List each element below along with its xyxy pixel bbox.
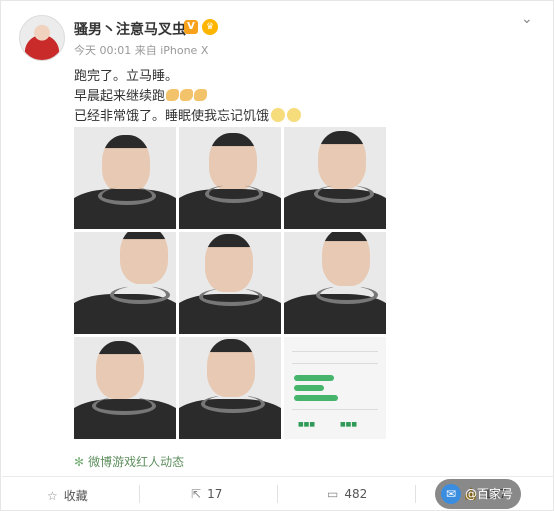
member-badge-icon[interactable]: ♛	[202, 19, 218, 35]
post-text-line-2: 早晨起来继续跑	[74, 89, 166, 104]
star-icon: ☆	[47, 489, 58, 503]
topic-tag-label: 微博游戏红人动态	[88, 455, 185, 469]
cat-emoji-icon	[287, 108, 302, 122]
post-text-line-3-wrap: 已经非常饿了。睡眠使我忘记饥饿	[74, 105, 302, 124]
photo-6[interactable]	[284, 232, 386, 334]
action-separator	[139, 485, 140, 503]
action-bar-divider	[2, 476, 554, 477]
comment-button[interactable]: ▭ 482	[327, 487, 367, 501]
photo-4[interactable]	[74, 232, 176, 334]
favorite-label: 收藏	[63, 489, 88, 503]
baijiahao-logo-icon: ✉	[441, 484, 461, 504]
favorite-button[interactable]: ☆ 收藏	[47, 487, 88, 504]
flex-arm-emoji-icon	[166, 89, 180, 101]
post-text-line-1: 跑完了。立马睡。	[74, 69, 179, 84]
post-meta: 今天 00:01 来自 iPhone X	[74, 42, 208, 58]
weibo-post-card: 骚男丶注意马叉虫 V ♛ ⌄ 今天 00:01 来自 iPhone X 跑完了。…	[0, 0, 554, 511]
post-source: 来自 iPhone X	[134, 44, 209, 57]
photo-grid: ■■■ ■■■	[74, 127, 387, 440]
photo-1[interactable]	[74, 127, 176, 229]
comment-icon: ▭	[327, 487, 339, 501]
watermark: ✉ @百家号	[435, 479, 522, 509]
user-name[interactable]: 骚男丶注意马叉虫	[74, 19, 186, 39]
repost-count: 17	[207, 487, 223, 501]
photo-7[interactable]	[74, 337, 176, 439]
flex-arm-emoji-icon	[194, 89, 208, 101]
post-text-line-2-wrap: 早晨起来继续跑	[74, 85, 208, 104]
photo-3[interactable]	[284, 127, 386, 229]
photo-9-running-app-screenshot[interactable]: ■■■ ■■■	[284, 337, 386, 439]
chevron-down-icon[interactable]: ⌄	[521, 11, 533, 27]
post-text-line-3: 已经非常饿了。睡眠使我忘记饥饿	[74, 109, 270, 124]
cat-emoji-icon	[271, 108, 286, 122]
avatar[interactable]	[19, 15, 65, 61]
topic-leaf-icon: ✻	[74, 455, 85, 469]
action-separator	[277, 485, 278, 503]
post-time[interactable]: 今天 00:01	[74, 44, 131, 57]
photo-2[interactable]	[179, 127, 281, 229]
action-separator	[415, 485, 416, 503]
repost-icon: ⇱	[191, 487, 202, 501]
watermark-text: @百家号	[465, 487, 514, 501]
flex-arm-emoji-icon	[180, 89, 194, 101]
photo-5[interactable]	[179, 232, 281, 334]
topic-tag[interactable]: ✻ 微博游戏红人动态	[74, 453, 184, 470]
comment-count: 482	[344, 487, 368, 501]
repost-button[interactable]: ⇱ 17	[191, 487, 222, 501]
photo-8[interactable]	[179, 337, 281, 439]
verified-badge: V	[184, 20, 198, 34]
